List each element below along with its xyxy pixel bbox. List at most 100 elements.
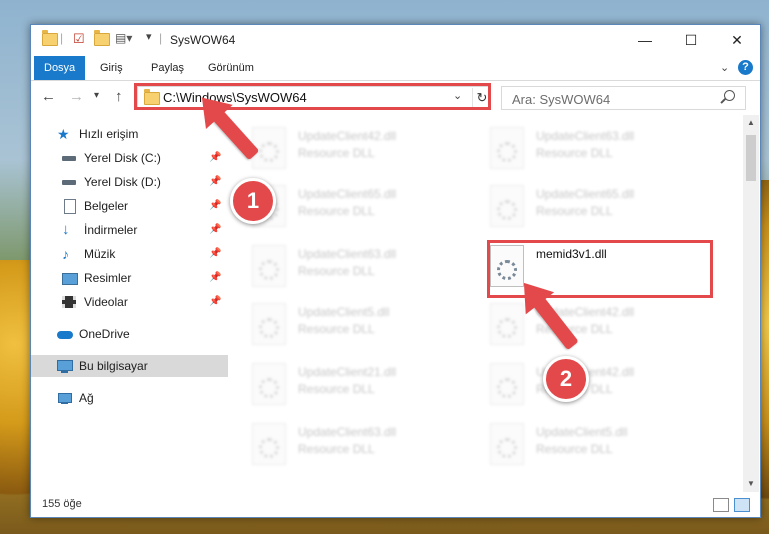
file-type: Resource DLL [298, 264, 375, 278]
pin-icon[interactable]: 📌 [209, 152, 221, 163]
details-view-icon[interactable] [713, 498, 729, 512]
file-list[interactable]: UpdateClient42.dll Resource DLL UpdateCl… [228, 115, 743, 492]
vertical-scrollbar[interactable]: ▲ ▼ [743, 115, 759, 492]
properties-icon[interactable]: ☑ [73, 31, 85, 47]
search-icon[interactable] [724, 90, 735, 101]
tab-paylas[interactable]: Paylaş [141, 56, 194, 80]
up-arrow-icon[interactable]: ↑ [115, 88, 123, 105]
navigation-pane: ★ Hızlı erişim Yerel Disk (C:) 📌 Yerel D… [31, 119, 249, 489]
sidebar-item-quick-access[interactable]: ★ Hızlı erişim [31, 123, 249, 145]
scroll-thumb[interactable] [746, 135, 756, 181]
file-item[interactable]: UpdateClient5.dll Resource DLL [466, 417, 686, 471]
sidebar-item-local-disk-c[interactable]: Yerel Disk (C:) 📌 [31, 147, 254, 169]
dll-file-icon [490, 185, 524, 227]
new-folder-icon[interactable] [94, 30, 110, 49]
sidebar-item-onedrive[interactable]: OneDrive [31, 323, 249, 345]
pin-icon[interactable]: 📌 [209, 272, 221, 283]
file-type: Resource DLL [298, 204, 375, 218]
pin-icon[interactable]: 📌 [209, 248, 221, 259]
drive-icon [62, 175, 78, 189]
sidebar-item-label: Müzik [84, 247, 116, 261]
pin-icon[interactable]: 📌 [209, 200, 221, 211]
sidebar-item-label: Ağ [79, 391, 94, 405]
sidebar-item-label: İndirmeler [84, 223, 138, 237]
file-name: UpdateClient63.dll [298, 425, 397, 439]
title-bar[interactable]: | ☑ ▤▾ ▾ | SysWOW64 — ☐ ✕ [31, 25, 760, 56]
tab-dosya[interactable]: Dosya [34, 56, 86, 80]
dll-file-icon [252, 245, 286, 287]
pin-icon[interactable]: 📌 [209, 296, 221, 307]
file-name: UpdateClient63.dll [298, 247, 397, 261]
file-item[interactable]: UpdateClient63.dll Resource DLL [228, 239, 448, 293]
pin-icon[interactable]: 📌 [209, 176, 221, 187]
navigation-bar: ← → ▾ ↑ C:\Windows\SysWOW64 ⌄ ↻ [31, 81, 760, 113]
scroll-up-icon[interactable]: ▲ [743, 115, 759, 131]
file-item[interactable]: UpdateClient65.dll Resource DLL [466, 179, 686, 233]
dll-file-icon [252, 303, 286, 345]
pin-icon[interactable]: 📌 [209, 224, 221, 235]
sidebar-item-pictures[interactable]: Resimler 📌 [31, 267, 254, 289]
music-icon: ♪ [62, 246, 69, 262]
recent-locations-chevron-icon[interactable]: ▾ [94, 90, 99, 101]
computer-icon [57, 359, 73, 373]
search-box[interactable] [501, 86, 746, 110]
minimize-button[interactable]: — [622, 25, 668, 55]
step-1-badge: 1 [230, 178, 276, 224]
tab-giris[interactable]: Giriş [90, 56, 133, 80]
sidebar-item-local-disk-d[interactable]: Yerel Disk (D:) 📌 [31, 171, 254, 193]
tab-gorunum[interactable]: Görünüm [198, 56, 264, 80]
sidebar-item-videos[interactable]: Videolar 📌 [31, 291, 254, 313]
file-type: Resource DLL [298, 146, 375, 160]
status-bar: 155 öğe [31, 493, 760, 517]
separator: | [159, 31, 163, 45]
help-button[interactable]: ? [738, 60, 753, 75]
sidebar-item-downloads[interactable]: ↓ İndirmeler 📌 [31, 219, 254, 241]
drive-icon [62, 151, 78, 165]
address-highlight-box [134, 83, 491, 110]
sidebar-item-this-pc[interactable]: Bu bilgisayar [31, 355, 249, 377]
dll-file-icon [252, 363, 286, 405]
file-type: Resource DLL [536, 442, 613, 456]
step-2-badge: 2 [543, 356, 589, 402]
large-icons-view-icon[interactable] [734, 498, 750, 512]
file-name: UpdateClient42.dll [298, 129, 397, 143]
ribbon-tabs: Dosya Giriş Paylaş Görünüm ⌄ ? [31, 56, 760, 81]
cloud-icon [57, 327, 73, 341]
quick-access-customize-icon[interactable]: ▤▾ [115, 31, 132, 47]
file-type: Resource DLL [298, 382, 375, 396]
file-type: Resource DLL [298, 322, 375, 336]
file-item[interactable]: UpdateClient5.dll Resource DLL [228, 297, 448, 351]
forward-arrow-icon[interactable]: → [69, 88, 84, 105]
file-item[interactable]: UpdateClient63.dll Resource DLL [228, 417, 448, 471]
maximize-button[interactable]: ☐ [668, 25, 714, 55]
file-item[interactable]: UpdateClient42.dll Resource DLL [228, 121, 448, 175]
chevron-down-icon[interactable]: ▾ [146, 30, 152, 46]
folder-icon [42, 30, 58, 49]
chevron-down-icon[interactable]: ⌄ [720, 61, 729, 74]
scroll-down-icon[interactable]: ▼ [743, 476, 759, 492]
search-input[interactable] [510, 89, 714, 109]
file-item[interactable]: UpdateClient63.dll Resource DLL [466, 121, 686, 175]
close-button[interactable]: ✕ [714, 25, 760, 55]
file-name: UpdateClient65.dll [536, 187, 635, 201]
document-icon [62, 199, 78, 214]
sidebar-item-label: Resimler [84, 271, 132, 285]
sidebar-item-label: Hızlı erişim [79, 127, 139, 141]
pictures-icon [62, 271, 78, 285]
download-icon: ↓ [62, 221, 70, 238]
star-icon: ★ [57, 126, 70, 142]
sidebar-item-documents[interactable]: Belgeler 📌 [31, 195, 254, 217]
sidebar-item-network[interactable]: Ağ [31, 387, 249, 409]
file-type: Resource DLL [298, 442, 375, 456]
file-name: UpdateClient5.dll [536, 425, 628, 439]
back-arrow-icon[interactable]: ← [41, 88, 56, 105]
item-count: 155 öğe [42, 498, 82, 510]
file-item[interactable]: UpdateClient21.dll Resource DLL [228, 357, 448, 411]
sidebar-item-label: Belgeler [84, 199, 129, 213]
file-name: UpdateClient65.dll [298, 187, 397, 201]
video-icon [62, 295, 78, 309]
file-name: UpdateClient63.dll [536, 129, 635, 143]
sidebar-item-music[interactable]: ♪ Müzik 📌 [31, 243, 254, 265]
sidebar-item-label: OneDrive [79, 327, 130, 341]
network-icon [57, 391, 73, 405]
